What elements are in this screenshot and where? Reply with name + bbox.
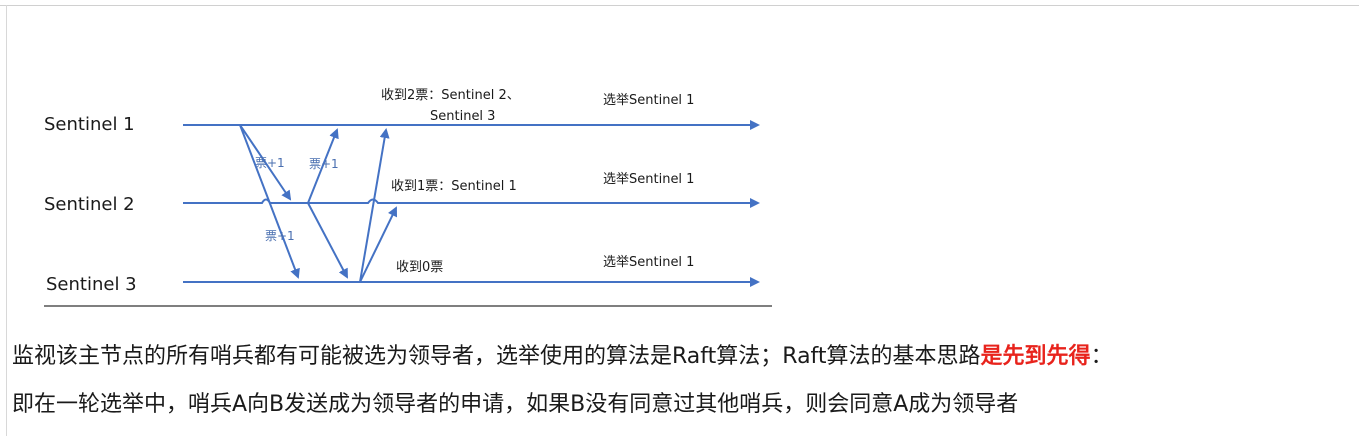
sentinel-2-received: 收到1票：Sentinel 1	[391, 179, 517, 194]
sentinel-1-received-line2: Sentinel 3	[430, 109, 495, 124]
vote-plus-one-label-2: 票+1	[309, 157, 339, 171]
first-come-first-served-highlight: 是先到先得	[980, 344, 1091, 369]
sentinel-3-elect: 选举Sentinel 1	[603, 255, 694, 270]
vote-plus-one-label-3: 票+1	[265, 229, 295, 243]
raft-election-diagram: Sentinel 1 Sentinel 2 Sentinel 3 票+1 票+1…	[44, 88, 772, 307]
sentinel-3-received: 收到0票	[396, 260, 443, 275]
sentinel-2-elect: 选举Sentinel 1	[603, 172, 694, 187]
vote-arrow-s2-to-s3	[307, 202, 348, 279]
description-line-2: 即在一轮选举中，哨兵A向B发送成为领导者的申请，如果B没有同意过其他哨兵，则会同…	[12, 386, 1018, 418]
vote-plus-one-label-1: 票+1	[255, 156, 285, 170]
sentinel-1-received-line1: 收到2票：Sentinel 2、	[381, 88, 520, 103]
sentinel-2-label: Sentinel 2	[44, 194, 135, 215]
sentinel-3-label: Sentinel 3	[46, 274, 137, 295]
description-line-1: 监视该主节点的所有哨兵都有可能被选为领导者，选举使用的算法是Raft算法；Raf…	[12, 338, 1113, 370]
description-line-2-text: 即在一轮选举中，哨兵A向B发送成为领导者的申请，如果B没有同意过其他哨兵，则会同…	[12, 392, 1019, 417]
vote-arrow-s3-to-s1	[359, 128, 390, 283]
description-line-1-text: 监视该主节点的所有哨兵都有可能被选为领导者，选举使用的算法是Raft算法；Raf…	[12, 344, 981, 369]
description-line-1-end: ：	[1090, 344, 1113, 369]
sentinel-1-elect: 选举Sentinel 1	[603, 93, 694, 108]
vote-arrow-s1-to-s3	[239, 124, 300, 279]
sentinel-1-label: Sentinel 1	[44, 114, 135, 135]
document-page: Sentinel 1 Sentinel 2 Sentinel 3 票+1 票+1…	[0, 0, 1359, 436]
